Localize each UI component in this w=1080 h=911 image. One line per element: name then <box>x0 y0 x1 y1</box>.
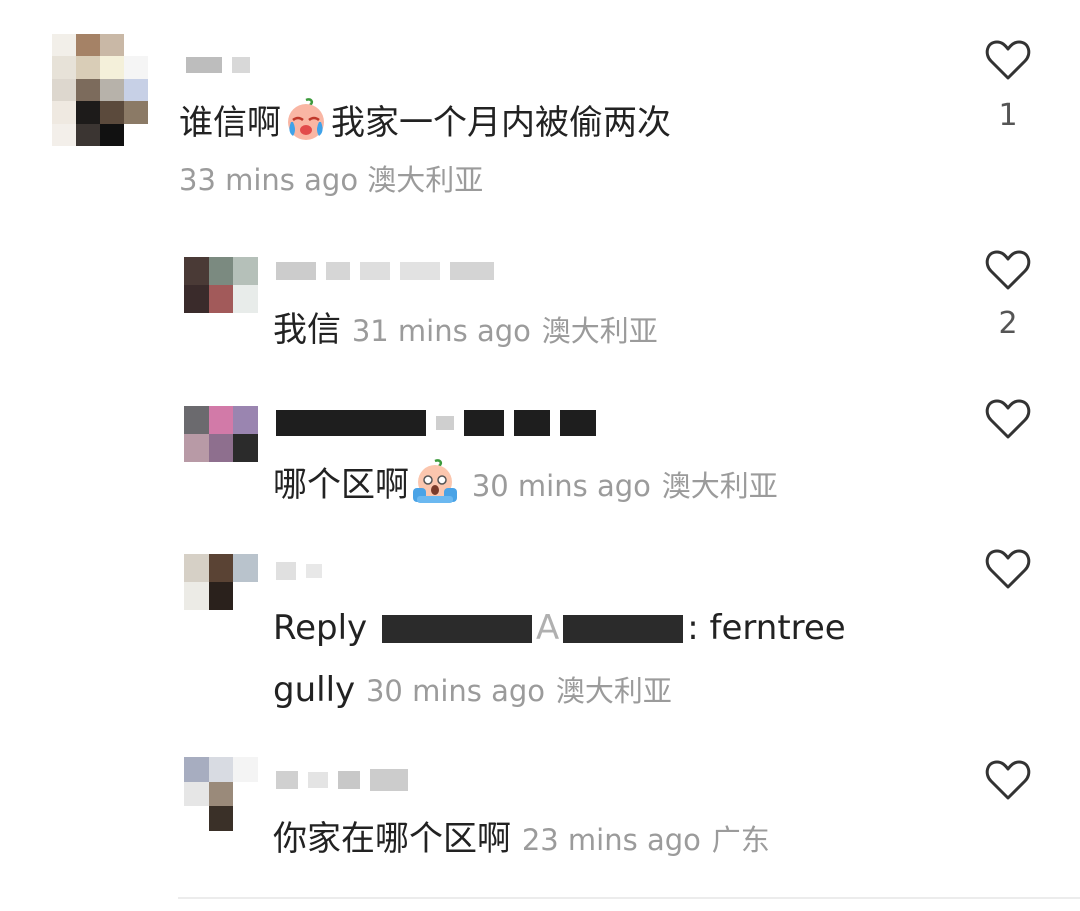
comment-text: 我信 31 mins ago 澳大利亚 <box>273 310 658 350</box>
location: 澳大利亚 <box>555 674 672 708</box>
like-count: 1 <box>998 98 1018 133</box>
comment-text: 谁信啊 我家一个月内被偷两次 <box>179 96 671 153</box>
comment-item: 谁信啊 我家一个月内被偷两次 33 mins ago 澳大利亚 1 <box>0 0 1080 220</box>
screaming-face-icon <box>411 458 459 515</box>
like-button[interactable] <box>983 245 1033 295</box>
username-redacted[interactable] <box>276 408 596 438</box>
like-count: 2 <box>998 306 1018 341</box>
comment-text: 哪个区啊 30 mins ago 澳大利亚 <box>273 458 778 515</box>
heart-outline-icon <box>985 549 1031 589</box>
location: 澳大利亚 <box>367 163 484 197</box>
crying-face-icon <box>283 96 329 153</box>
comment-text: 你家在哪个区啊 23 mins ago 广东 <box>273 819 770 859</box>
reply-item: 你家在哪个区啊 23 mins ago 广东 <box>0 735 1080 885</box>
reply-item: 我信 31 mins ago 澳大利亚 2 <box>0 220 1080 370</box>
heart-outline-icon <box>985 250 1031 290</box>
heart-outline-icon <box>985 399 1031 439</box>
like-button[interactable] <box>983 394 1033 444</box>
heart-outline-icon <box>985 760 1031 800</box>
avatar[interactable] <box>52 34 148 146</box>
avatar[interactable] <box>184 257 258 313</box>
avatar[interactable] <box>184 554 258 610</box>
like-button[interactable] <box>983 755 1033 805</box>
avatar[interactable] <box>184 406 258 462</box>
username-redacted[interactable] <box>276 256 494 286</box>
reply-item: 哪个区啊 30 mins ago 澳大利亚 <box>0 370 1080 520</box>
timestamp: 23 mins ago <box>521 823 701 857</box>
mentioned-user-redacted[interactable] <box>563 615 684 643</box>
reply-label: Reply <box>273 608 368 648</box>
reply-item: Reply A: ferntree gully 30 mins ago 澳大利亚 <box>0 520 1080 735</box>
mentioned-user-redacted[interactable] <box>381 615 532 643</box>
username-redacted[interactable] <box>276 765 408 795</box>
location: 广东 <box>711 823 770 857</box>
comment-text: Reply A: ferntree <box>273 608 846 648</box>
username-redacted[interactable] <box>276 556 322 586</box>
timestamp: 31 mins ago <box>351 314 531 348</box>
heart-outline-icon <box>985 40 1031 80</box>
comment-meta: 33 mins ago 澳大利亚 <box>179 160 483 200</box>
avatar[interactable] <box>184 757 258 831</box>
location: 澳大利亚 <box>661 469 778 503</box>
like-button[interactable] <box>983 35 1033 85</box>
divider <box>178 897 1080 899</box>
timestamp: 30 mins ago <box>471 469 651 503</box>
timestamp: 30 mins ago <box>365 674 546 708</box>
timestamp: 33 mins ago <box>179 163 359 197</box>
username-redacted[interactable] <box>186 50 250 80</box>
location: 澳大利亚 <box>541 314 658 348</box>
comment-text-continued: gully 30 mins ago 澳大利亚 <box>273 670 672 710</box>
like-button[interactable] <box>983 544 1033 594</box>
